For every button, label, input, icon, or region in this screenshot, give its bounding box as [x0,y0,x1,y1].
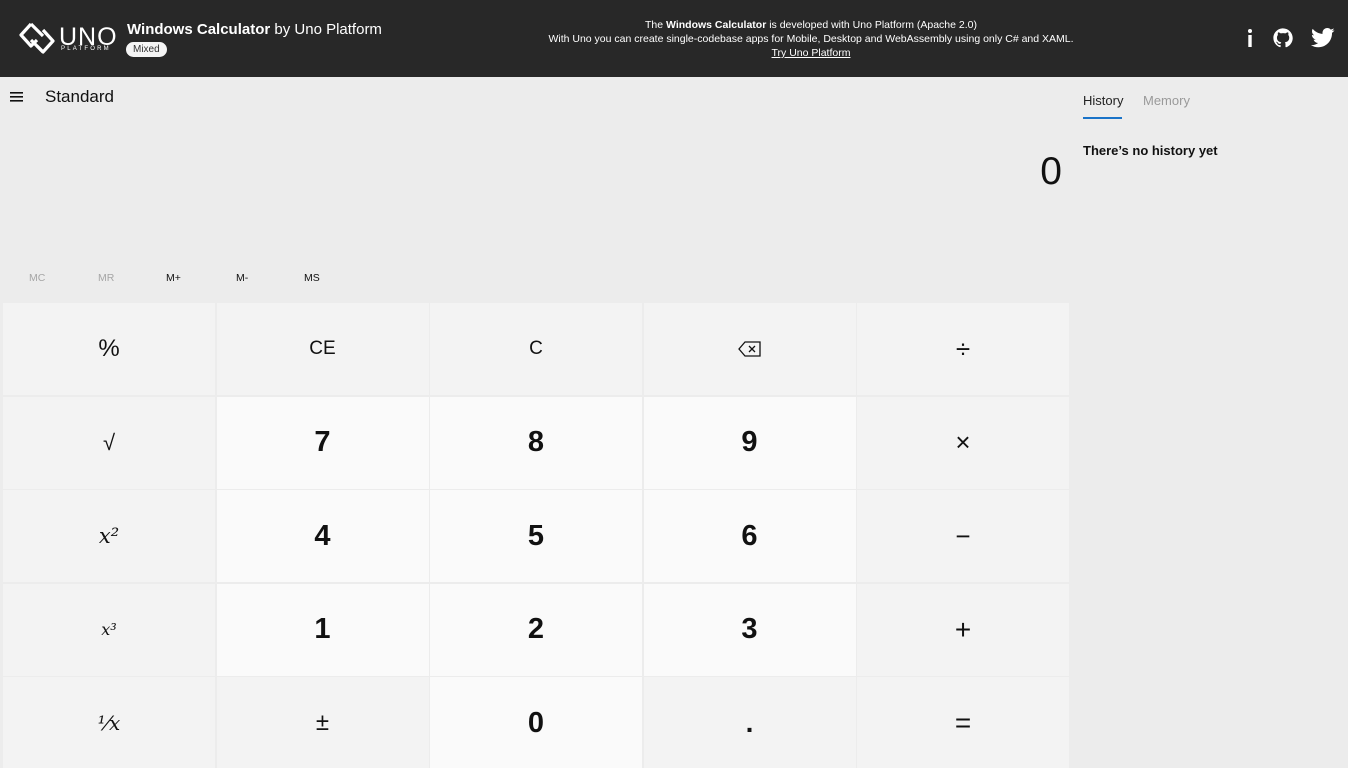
calculator-mode-title: Standard [45,87,114,106]
key-label: √ [102,429,116,455]
clear-entry-button[interactable]: CE [216,303,429,395]
notice-text: is developed with Uno Platform (Apache 2… [766,19,977,31]
key-label: . [745,707,754,738]
info-icon[interactable] [1242,26,1258,50]
key-label: ± [315,709,330,736]
memory-add-button[interactable]: M+ [166,272,181,284]
key-label: × [955,427,971,457]
app-brand-title: Windows Calculator by Uno Platform [127,21,382,38]
tab-memory[interactable]: Memory [1143,93,1190,108]
banner-notice: The Windows Calculator is developed with… [536,18,1086,60]
backspace-icon [737,341,761,357]
decimal-point-button[interactable]: . [643,677,856,768]
notice-bold: Windows Calculator [666,19,767,31]
digit-9-button[interactable]: 9 [643,396,856,489]
multiply-button[interactable]: × [857,396,1069,489]
memory-clear-button[interactable]: MC [29,272,45,284]
add-button[interactable]: + [857,583,1069,676]
memory-store-button[interactable]: MS [304,272,320,284]
equals-button[interactable]: = [857,677,1069,768]
notice-text: The [645,19,667,31]
history-empty-message: There’s no history yet [1083,143,1218,158]
active-tab-indicator [1083,117,1122,119]
hamburger-menu-icon[interactable] [9,90,25,104]
try-uno-link[interactable]: Try Uno Platform [772,47,851,59]
key-label: % [98,335,120,362]
key-label: x³ [101,620,117,639]
cube-button[interactable]: x³ [3,583,215,676]
key-label: C [529,338,543,359]
brand-suffix: by Uno Platform [270,21,382,38]
key-label: ÷ [955,333,971,364]
key-label: x² [98,524,120,548]
memory-subtract-button[interactable]: M- [236,272,248,284]
brand-name: Windows Calculator [127,21,271,38]
digit-2-button[interactable]: 2 [430,583,642,676]
negate-button[interactable]: ± [216,677,429,768]
notice-line-1: The Windows Calculator is developed with… [536,18,1086,32]
key-label: + [954,613,972,645]
digit-0-button[interactable]: 0 [430,677,642,768]
reciprocal-button[interactable]: ¹⁄x [3,677,215,768]
digit-8-button[interactable]: 8 [430,396,642,489]
mode-badge: Mixed [126,42,167,57]
clear-button[interactable]: C [430,303,642,395]
key-label: CE [309,338,336,359]
key-label: = [954,707,972,738]
divide-button[interactable]: ÷ [857,303,1069,395]
square-root-button[interactable]: √ [3,396,215,489]
digit-3-button[interactable]: 3 [643,583,856,676]
notice-line-2: With Uno you can create single-codebase … [548,33,1074,45]
calculator-display: 0 [1040,150,1062,193]
top-banner: UNO PLATFORM Windows Calculator by Uno P… [0,0,1348,77]
digit-5-button[interactable]: 5 [430,490,642,582]
percent-button[interactable]: % [3,303,215,395]
key-label: − [955,520,971,551]
keypad: % CE C ÷ √ 7 8 9 × x² 4 5 6 − x³ 1 2 3 +… [3,303,1070,768]
tab-history[interactable]: History [1083,93,1123,108]
square-button[interactable]: x² [3,490,215,582]
memory-recall-button[interactable]: MR [98,272,114,284]
subtract-button[interactable]: − [857,490,1069,582]
digit-7-button[interactable]: 7 [216,396,429,489]
logo-subtitle: PLATFORM [61,46,111,52]
digit-6-button[interactable]: 6 [643,490,856,582]
backspace-button[interactable] [643,303,856,395]
uno-logo-icon [19,22,55,54]
digit-4-button[interactable]: 4 [216,490,429,582]
uno-platform-logo[interactable]: UNO PLATFORM [17,18,117,58]
twitter-icon[interactable] [1310,26,1336,50]
digit-1-button[interactable]: 1 [216,583,429,676]
key-label: ¹⁄x [97,711,121,735]
github-icon[interactable] [1271,26,1295,50]
